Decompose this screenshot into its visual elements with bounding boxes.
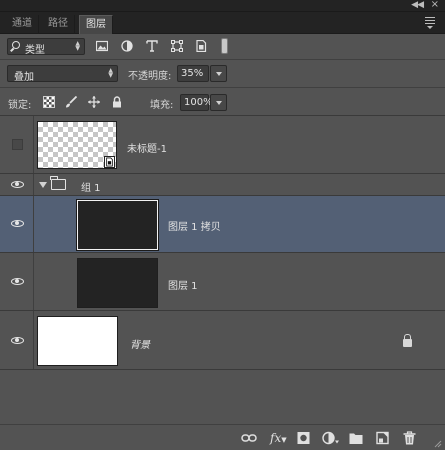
collapse-arrows-icon[interactable]: ◀◀	[411, 0, 424, 10]
layers-list: 未标题-1 组 1 图层 1 拷贝 图层 1 背景	[0, 116, 445, 370]
new-layer-icon[interactable]	[376, 431, 389, 445]
folder-icon	[50, 176, 66, 190]
lock-row: 锁定: 填充: 100%	[0, 88, 445, 116]
smart-object-filter-icon[interactable]	[195, 40, 207, 52]
panel-menu-icon[interactable]	[425, 17, 435, 29]
visibility-toggle[interactable]	[0, 116, 34, 173]
eye-icon[interactable]	[11, 337, 24, 344]
visibility-toggle[interactable]	[0, 174, 34, 195]
layer-lock-icon	[403, 334, 412, 347]
layer-row-layer1[interactable]: 图层 1	[0, 253, 445, 311]
new-fill-adjustment-icon[interactable]	[322, 431, 340, 445]
visibility-toggle[interactable]	[0, 253, 34, 310]
lock-all-icon[interactable]	[111, 96, 123, 108]
filter-kind-label: 类型	[25, 45, 45, 56]
fill-label: 填充:	[150, 100, 174, 111]
opacity-input[interactable]: 35%	[177, 65, 209, 82]
layer-row-layer1-copy[interactable]: 图层 1 拷贝	[0, 196, 445, 253]
blend-mode-value: 叠加	[14, 72, 34, 83]
filter-toggle-switch[interactable]	[221, 38, 228, 54]
eye-icon[interactable]	[11, 220, 24, 227]
layer-name: 未标题-1	[127, 144, 167, 155]
new-group-folder-icon[interactable]	[349, 431, 363, 445]
lock-position-move-icon[interactable]	[88, 96, 100, 108]
spinner-icon: ▲ ▼	[108, 67, 113, 79]
close-icon[interactable]: ×	[431, 0, 439, 10]
adjustment-filter-icon[interactable]	[121, 40, 133, 52]
fill-input[interactable]: 100%	[180, 94, 213, 111]
layer-row-group[interactable]: 组 1	[0, 174, 445, 196]
visibility-off-box[interactable]	[12, 139, 23, 150]
panel-tabs: 通道 路径 图层	[0, 12, 445, 34]
spinner-icon: ▲ ▼	[75, 40, 80, 52]
shape-filter-icon[interactable]	[171, 40, 183, 52]
layer-thumbnail	[77, 258, 158, 308]
opacity-dropdown-button[interactable]	[210, 65, 227, 82]
layer-row-untitled[interactable]: 未标题-1	[0, 116, 445, 174]
layer-thumbnail	[37, 316, 118, 366]
tab-channels[interactable]: 通道	[6, 15, 39, 34]
tab-layers[interactable]: 图层	[79, 15, 113, 34]
layer-thumbnail	[76, 199, 159, 251]
layers-empty-area	[0, 370, 445, 424]
tab-paths[interactable]: 路径	[42, 15, 75, 34]
image-filter-icon[interactable]	[96, 40, 108, 52]
fill-dropdown-button[interactable]	[210, 94, 227, 111]
layer-name: 组 1	[81, 183, 101, 194]
layer-name: 图层 1	[168, 281, 198, 292]
trash-icon[interactable]	[403, 431, 416, 445]
lock-image-pixels-brush-icon[interactable]	[65, 96, 77, 108]
lock-label: 锁定:	[8, 100, 32, 111]
add-layer-style-button[interactable]: fx▼	[270, 431, 287, 445]
resize-grip-icon[interactable]	[434, 440, 442, 448]
eye-icon[interactable]	[11, 181, 24, 188]
blend-row: 叠加 ▲ ▼ 不透明度: 35%	[0, 60, 445, 88]
smart-object-badge-icon	[104, 156, 115, 168]
visibility-toggle[interactable]	[0, 311, 34, 369]
add-mask-icon[interactable]	[297, 431, 310, 445]
visibility-toggle[interactable]	[0, 196, 34, 252]
layer-name: 背景	[130, 340, 150, 351]
group-expand-caret-icon[interactable]	[39, 182, 47, 188]
layer-row-background[interactable]: 背景	[0, 311, 445, 370]
search-icon	[12, 41, 20, 49]
link-layers-icon[interactable]	[241, 431, 257, 445]
filter-kind-select[interactable]: 类型 ▲ ▼	[7, 38, 85, 56]
filter-row: 类型 ▲ ▼	[0, 34, 445, 60]
layer-name: 图层 1 拷贝	[168, 222, 221, 233]
lock-transparent-pixels-icon[interactable]	[43, 96, 55, 108]
fx-label: fx	[270, 431, 282, 445]
panel-title-strip: ◀◀ ×	[0, 0, 445, 12]
layers-footer: fx▼	[0, 424, 445, 450]
opacity-label: 不透明度:	[128, 71, 172, 82]
layers-panel: 类型 ▲ ▼ 叠加 ▲ ▼ 不透明度: 35% 锁定: 填充: 100% 未标题…	[0, 34, 445, 450]
blend-mode-select[interactable]: 叠加 ▲ ▼	[7, 65, 118, 83]
eye-icon[interactable]	[11, 278, 24, 285]
type-filter-icon[interactable]	[146, 40, 158, 52]
